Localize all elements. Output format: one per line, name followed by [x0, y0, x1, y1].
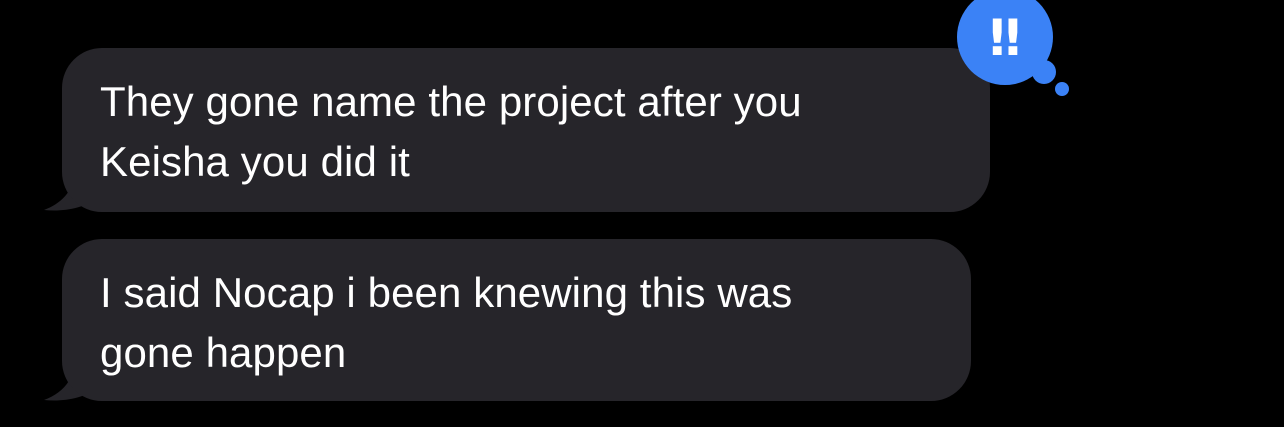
- tapback-glyph: ‼: [989, 9, 1020, 67]
- double-exclamation-icon: ‼: [957, 0, 1069, 96]
- message-thread: They gone name the project after you Kei…: [0, 0, 1284, 427]
- tapback-reaction[interactable]: ‼: [950, 0, 1080, 100]
- message-bubble-received[interactable]: I said Nocap i been knewing this was gon…: [62, 239, 971, 401]
- message-bubble-received[interactable]: They gone name the project after you Kei…: [62, 48, 990, 212]
